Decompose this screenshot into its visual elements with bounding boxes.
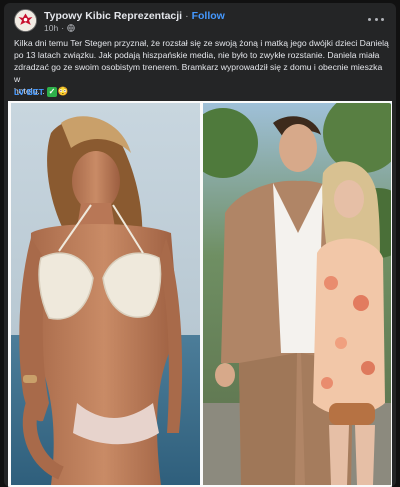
post-image[interactable]: [8, 101, 392, 487]
post-text-line: zdradzać go ze swoim osobistym trenerem.…: [14, 62, 383, 84]
post-card: Typowy Kibic Reprezentacji · Follow 10h · …: [4, 3, 396, 487]
sponsor-tag-label: LV BET: [14, 87, 44, 97]
screenshot-frame: Typowy Kibic Reprezentacji · Follow 10h · …: [0, 0, 400, 487]
post-text-line: hotelu... 👀😳: [14, 86, 69, 96]
post-time[interactable]: 10h: [44, 23, 58, 33]
globe-icon: [67, 24, 75, 32]
couple-photo-illustration: [203, 103, 391, 485]
post-text-line: Kilka dni temu Ter Stegen przyznał, że r…: [14, 38, 389, 48]
eagle-crest-icon: [15, 10, 36, 31]
photo-couple: [203, 103, 391, 485]
author-line: Typowy Kibic Reprezentacji · Follow: [44, 10, 225, 22]
post-text: Kilka dni temu Ter Stegen przyznał, że r…: [14, 37, 390, 97]
follow-button[interactable]: Follow: [192, 10, 225, 22]
page-avatar[interactable]: [14, 9, 37, 32]
more-options-icon[interactable]: [368, 12, 384, 26]
post-text-line: po 13 latach związku. Jak podają hiszpań…: [14, 50, 380, 60]
meta-separator: ·: [61, 23, 65, 33]
post-meta: 10h ·: [44, 23, 75, 33]
separator-dot: ·: [185, 10, 189, 22]
author-name[interactable]: Typowy Kibic Reprezentacji: [44, 10, 182, 22]
sponsor-tag[interactable]: LV BET ✓: [14, 87, 57, 97]
beach-photo-illustration: [11, 103, 200, 485]
check-badge-icon: ✓: [46, 87, 57, 97]
post-header: Typowy Kibic Reprezentacji · Follow 10h ·: [12, 9, 388, 33]
photo-woman-beach: [11, 103, 200, 485]
